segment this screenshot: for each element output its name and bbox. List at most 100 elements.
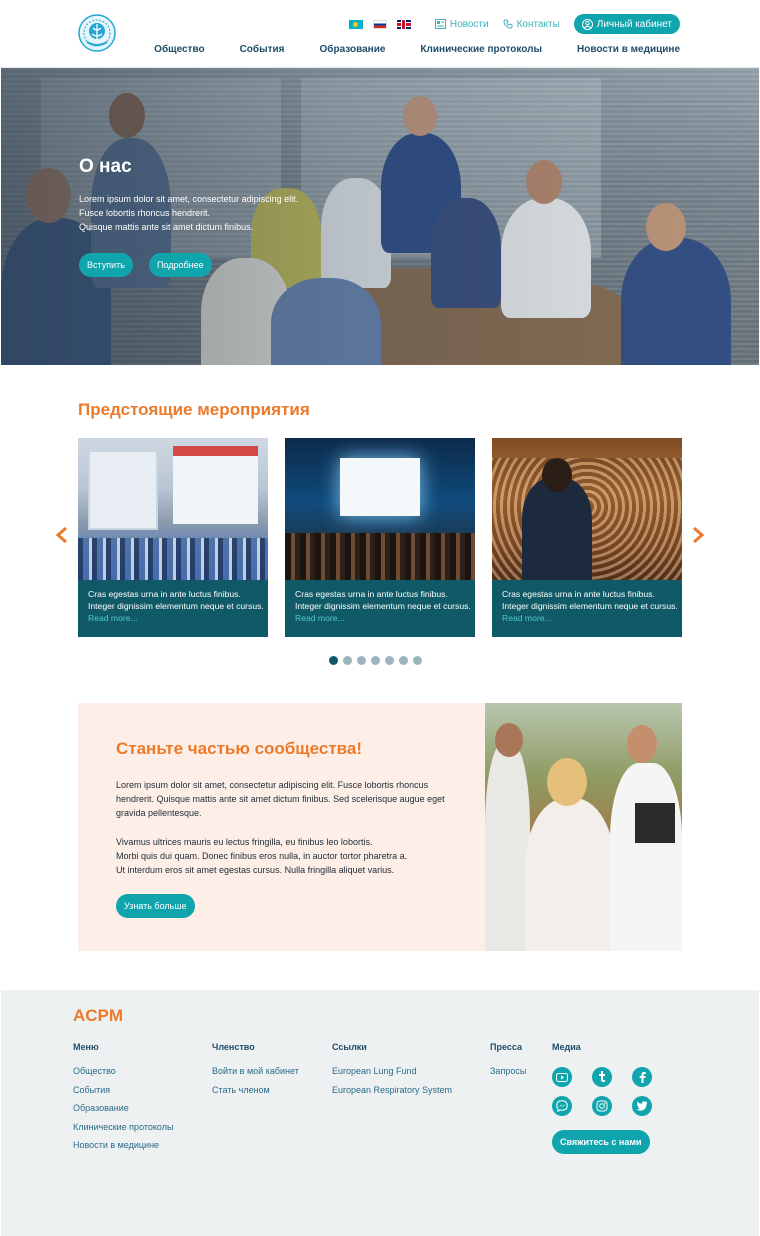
community-paragraph: Vivamus ultrices mauris eu lectus fringi… — [116, 835, 466, 877]
carousel-prev-arrow-icon[interactable] — [55, 527, 69, 543]
footer-column-title: Меню — [73, 1042, 99, 1052]
personal-cabinet-button[interactable]: Личный кабинет — [573, 14, 680, 34]
event-card-text: Cras egestas urna in ante luctus finibus… — [502, 588, 678, 624]
gb-flag-icon[interactable] — [396, 19, 411, 29]
community-section: Станьте частью сообщества! Lorem ipsum d… — [78, 703, 485, 951]
doctor-head — [627, 725, 657, 763]
newspaper-icon — [434, 19, 446, 29]
read-more-link[interactable]: Read more... — [88, 613, 138, 623]
footer-link-society[interactable]: Общество — [73, 1062, 173, 1081]
footer-brand: ACPM — [73, 1006, 124, 1025]
doctor-figure — [525, 798, 615, 951]
expo-crowd — [78, 538, 268, 580]
phone-icon — [503, 19, 513, 29]
doctor-figure — [610, 763, 682, 951]
doctor-head — [495, 723, 523, 757]
facebook-icon[interactable] — [632, 1067, 652, 1087]
footer-link-medical-news[interactable]: Новости в медицине — [73, 1136, 173, 1155]
pagination-dot[interactable] — [357, 656, 366, 665]
footer-link-european-lung-fund[interactable]: European Lung Fund — [332, 1062, 452, 1081]
community-paragraph: Lorem ipsum dolor sit amet, consectetur … — [116, 780, 445, 818]
contacts-link[interactable]: Контакты — [503, 19, 560, 30]
read-more-link[interactable]: Read more... — [502, 613, 552, 623]
laptop — [635, 803, 675, 843]
event-card-text: Cras egestas urna in ante luctus finibus… — [88, 588, 264, 624]
event-card-description: Cras egestas urna in ante luctus finibus… — [88, 589, 264, 611]
pagination-dot[interactable] — [413, 656, 422, 665]
hero-line: Quisque mattis ante sit amet dictum fini… — [79, 222, 254, 232]
event-card-description: Cras egestas urna in ante luctus finibus… — [295, 589, 471, 611]
event-card-image — [78, 438, 268, 580]
footer-link-events[interactable]: События — [73, 1081, 173, 1100]
footer-link-login-cabinet[interactable]: Войти в мой кабинет — [212, 1062, 299, 1081]
footer-link-clinical-protocols[interactable]: Клинические протоколы — [73, 1118, 173, 1137]
site-footer: ACPM Меню Общество События Образование К… — [1, 990, 759, 1236]
presentation-screen — [340, 458, 420, 516]
footer-membership-column: Членство Войти в мой кабинет Стать члено… — [212, 1042, 299, 1099]
hero-title: О нас — [79, 156, 132, 177]
audience — [285, 533, 475, 580]
acpm-logo[interactable] — [78, 14, 116, 52]
pagination-dot[interactable] — [385, 656, 394, 665]
footer-menu-column: Меню Общество События Образование Клинич… — [73, 1042, 173, 1155]
pagination-dot[interactable] — [343, 656, 352, 665]
community-line: Vivamus ultrices mauris eu lectus fringi… — [116, 837, 373, 847]
hero-content: О нас Lorem ipsum dolor sit amet, consec… — [79, 156, 359, 277]
site-header: Новости Контакты Личный кабинет Общество… — [0, 0, 760, 68]
doctor-figure — [485, 743, 530, 951]
nav-item-events[interactable]: События — [240, 44, 285, 55]
user-icon — [581, 18, 593, 30]
events-section-title: Предстоящие мероприятия — [78, 400, 310, 419]
main-nav: Общество События Образование Клинические… — [119, 44, 680, 55]
nav-item-medical-news[interactable]: Новости в медицине — [577, 44, 680, 55]
contacts-link-label: Контакты — [516, 18, 560, 30]
footer-link-requests[interactable]: Запросы — [490, 1062, 526, 1081]
contact-us-button[interactable]: Свяжитесь с нами — [552, 1130, 650, 1154]
footer-column-title: Членство — [212, 1042, 255, 1052]
hero-line: Lorem ipsum dolor sit amet, consectetur … — [79, 194, 299, 204]
speaker — [522, 478, 592, 580]
event-card[interactable]: Cras egestas urna in ante luctus finibus… — [78, 438, 268, 637]
instagram-icon[interactable] — [592, 1096, 612, 1116]
nav-item-education[interactable]: Образование — [320, 44, 386, 55]
tumblr-icon[interactable] — [592, 1067, 612, 1087]
footer-link-become-member[interactable]: Стать членом — [212, 1081, 299, 1100]
footer-media-column: Медиа — [552, 1042, 581, 1062]
event-card-description: Cras egestas urna in ante luctus finibus… — [502, 589, 678, 611]
footer-links-column: Ссылки European Lung Fund European Respi… — [332, 1042, 452, 1099]
join-button[interactable]: Вступить — [79, 253, 133, 277]
footer-link-education[interactable]: Образование — [73, 1099, 173, 1118]
event-card-image — [285, 438, 475, 580]
read-more-link[interactable]: Read more... — [295, 613, 345, 623]
community-image — [485, 703, 682, 951]
youtube-icon[interactable] — [552, 1067, 572, 1087]
event-card[interactable]: Cras egestas urna in ante luctus finibus… — [492, 438, 682, 637]
community-title: Станьте частью сообщества! — [116, 739, 363, 758]
expo-booth — [88, 450, 158, 530]
community-line: Morbi quis dui quam. Donec finibus eros … — [116, 851, 408, 861]
more-button[interactable]: Подробнее — [148, 253, 212, 277]
personal-cabinet-label: Личный кабинет — [596, 18, 672, 30]
news-link[interactable]: Новости — [434, 18, 489, 30]
nav-item-society[interactable]: Общество — [154, 44, 204, 55]
speaker-head — [542, 458, 572, 492]
carousel-pagination — [329, 656, 427, 665]
nav-item-clinical-protocols[interactable]: Клинические протоколы — [420, 44, 542, 55]
pagination-dot[interactable] — [371, 656, 380, 665]
footer-link-european-respiratory-system[interactable]: European Respiratory System — [332, 1081, 452, 1100]
kz-flag-icon[interactable] — [348, 19, 363, 29]
learn-more-button[interactable]: Узнать больше — [116, 894, 195, 918]
community-line: Ut interdum eros sit amet egestas cursus… — [116, 865, 395, 875]
news-link-label: Новости — [449, 18, 489, 30]
ru-flag-icon[interactable] — [372, 19, 387, 29]
pagination-dot[interactable] — [399, 656, 408, 665]
messenger-icon[interactable] — [552, 1096, 572, 1116]
carousel-next-arrow-icon[interactable] — [691, 527, 705, 543]
footer-column-title: Медиа — [552, 1042, 581, 1052]
footer-column-title: Ссылки — [332, 1042, 367, 1052]
hero-banner: О нас Lorem ipsum dolor sit amet, consec… — [1, 68, 759, 365]
event-card-text: Cras egestas urna in ante luctus finibus… — [295, 588, 471, 624]
event-card[interactable]: Cras egestas urna in ante luctus finibus… — [285, 438, 475, 637]
pagination-dot[interactable] — [329, 656, 338, 665]
twitter-icon[interactable] — [632, 1096, 652, 1116]
